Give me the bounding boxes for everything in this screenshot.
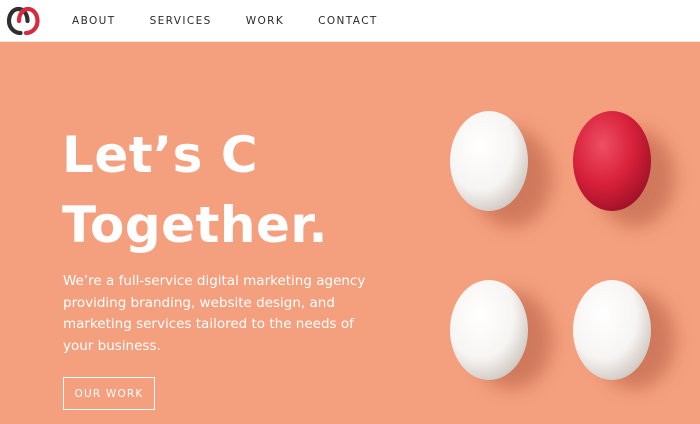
eggs-image — [450, 111, 675, 389]
red-egg-top-right — [573, 111, 651, 211]
hero-headline-line-2: Together. — [62, 196, 328, 254]
white-egg-bottom-right — [573, 280, 651, 380]
white-egg-top-left — [450, 111, 528, 211]
nav-link-work[interactable]: WORK — [246, 15, 284, 27]
hero-headline: Let’s C Together. — [62, 120, 328, 260]
white-egg-bottom-left — [450, 280, 528, 380]
hero-description: We’re a full-service digital marketing a… — [63, 273, 366, 354]
our-work-button[interactable]: OUR WORK — [63, 377, 155, 410]
site-header: ABOUT SERVICES WORK CONTACT — [0, 0, 700, 42]
nav-link-about[interactable]: ABOUT — [72, 15, 116, 27]
hero-headline-line-1: Let’s C — [62, 126, 259, 184]
main-nav: ABOUT SERVICES WORK CONTACT — [72, 0, 378, 42]
brand-logo-icon[interactable] — [4, 5, 42, 37]
nav-link-services[interactable]: SERVICES — [150, 15, 212, 27]
hero-section: Let’s C Together. We’re a full-service d… — [0, 42, 700, 424]
nav-link-contact[interactable]: CONTACT — [318, 15, 378, 27]
